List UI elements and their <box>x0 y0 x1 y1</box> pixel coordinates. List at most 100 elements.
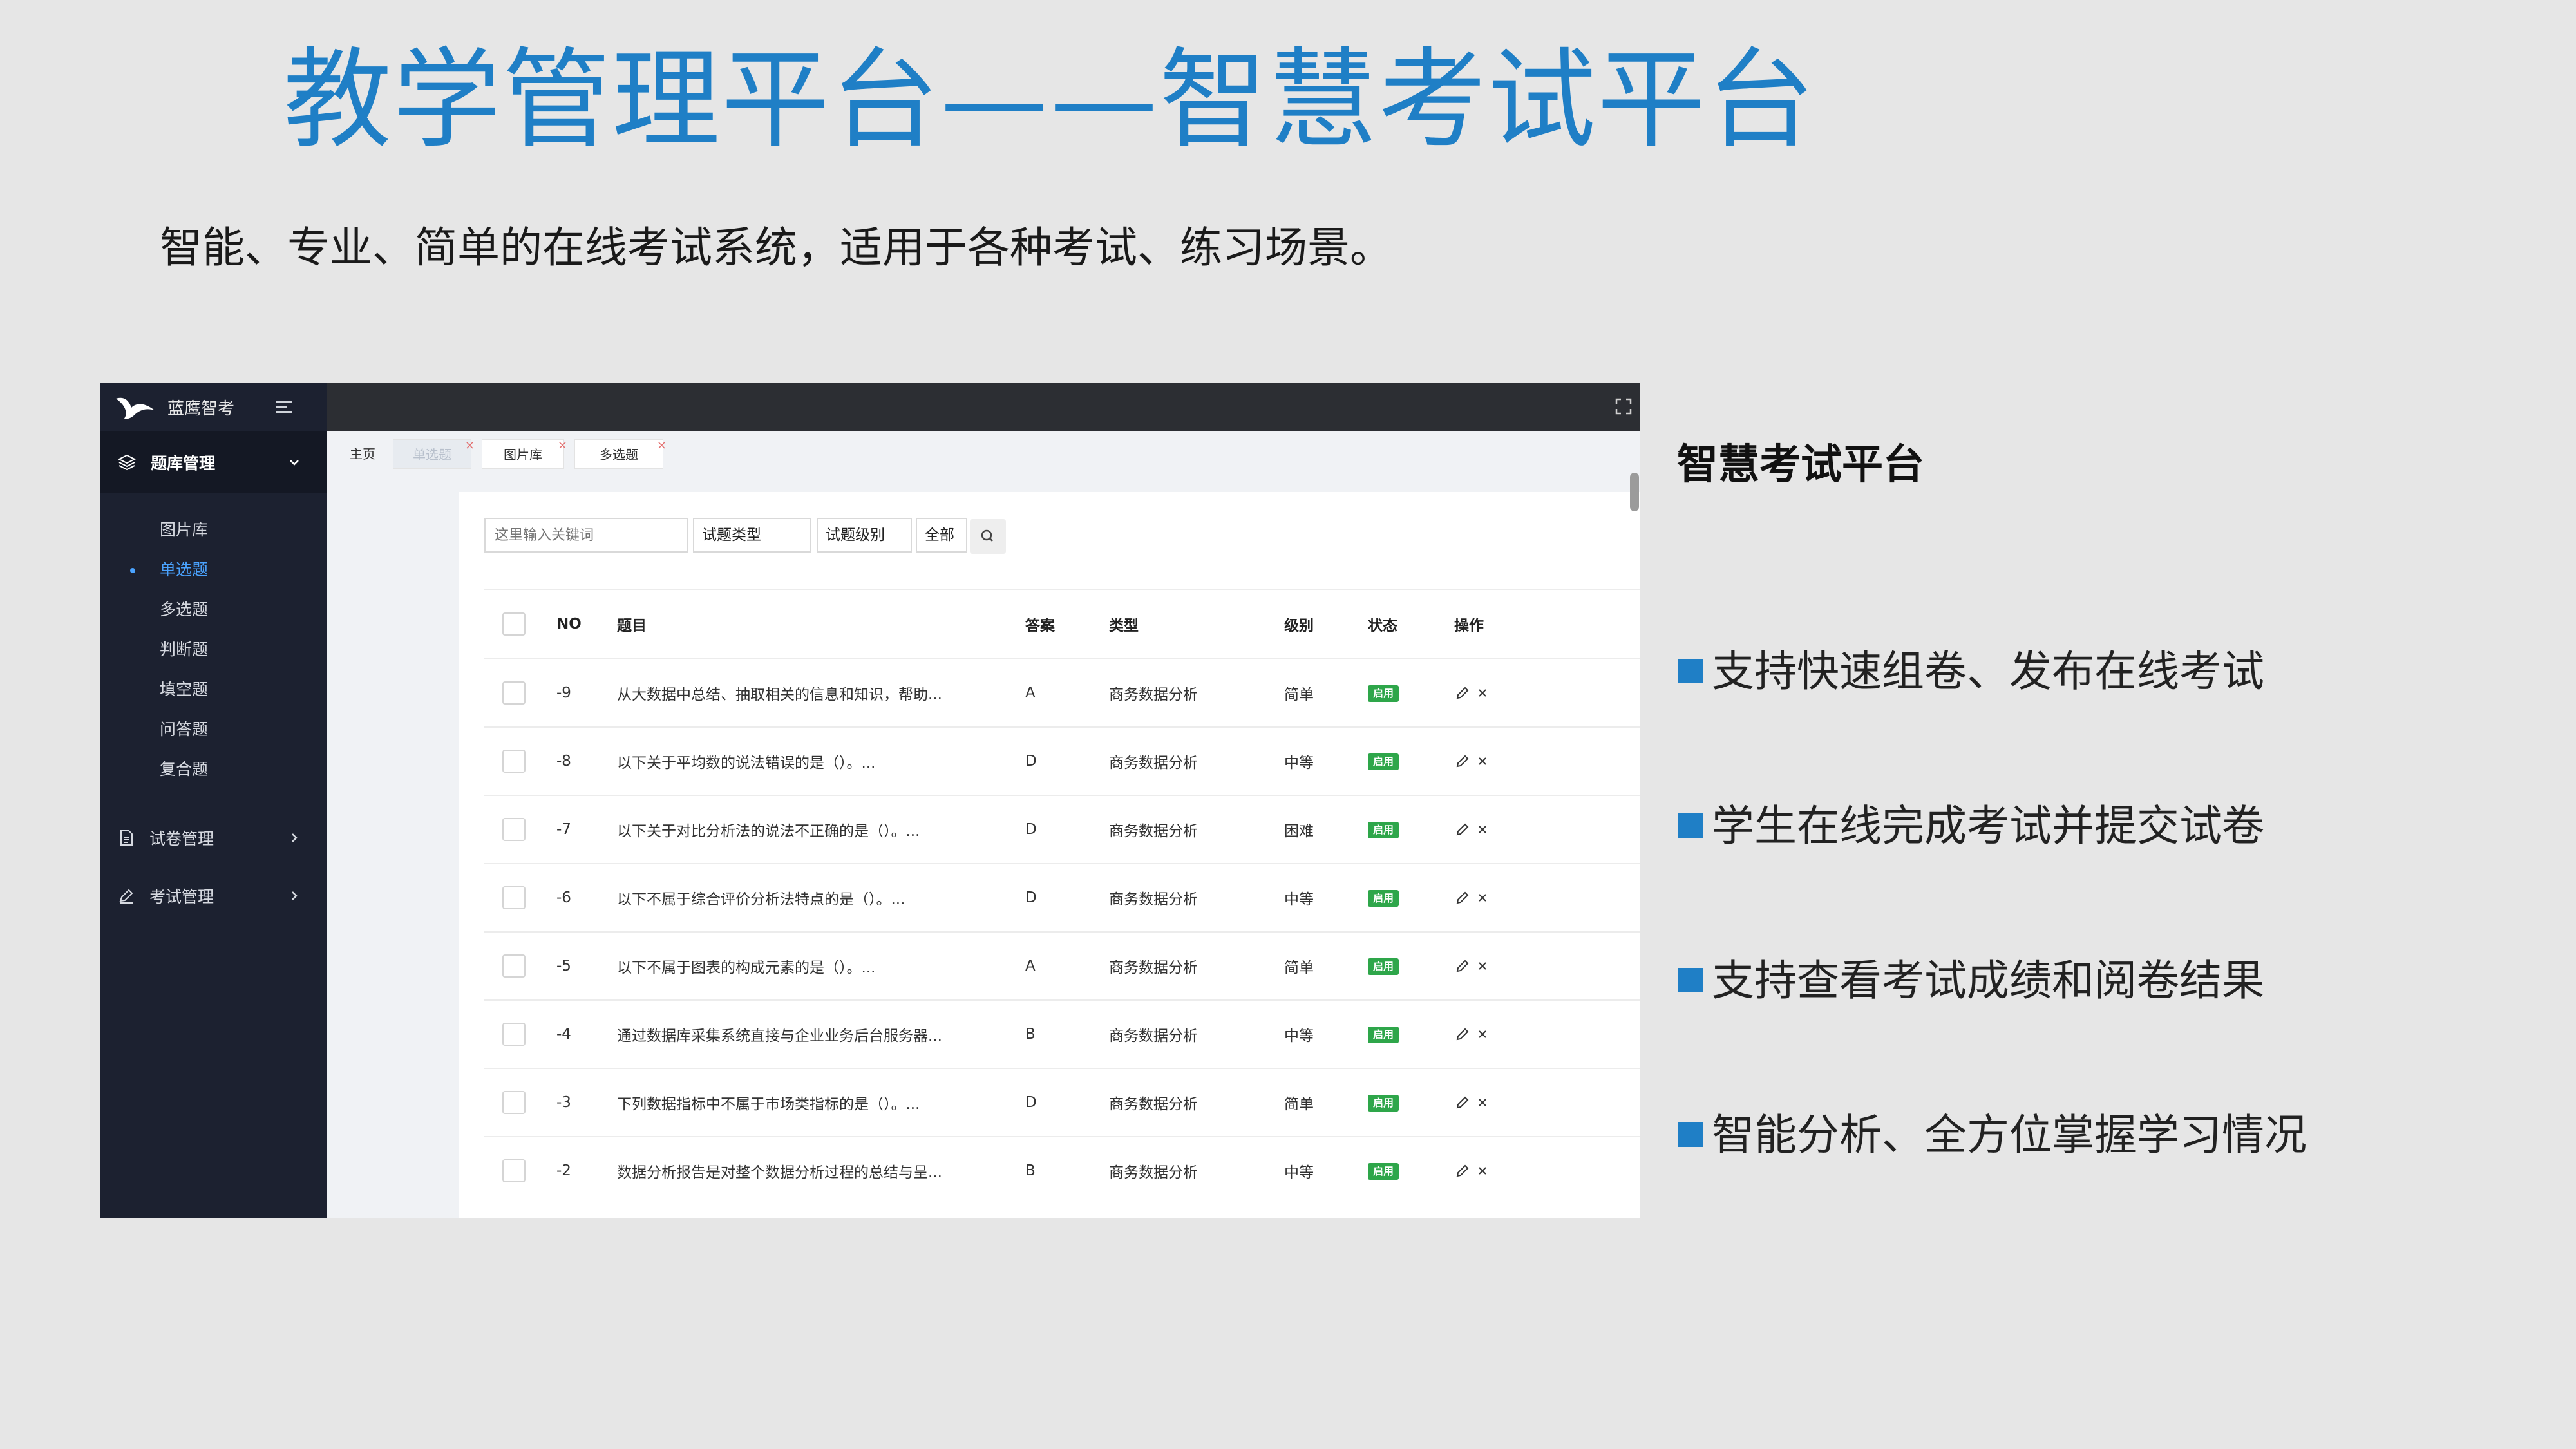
edit-pencil-icon[interactable] <box>1454 889 1471 906</box>
eagle-logo-icon <box>116 397 155 419</box>
row-checkbox[interactable] <box>502 750 526 773</box>
table-row[interactable]: -7 以下关于对比分析法的说法不正确的是（）。... D 商务数据分析 困难 启用 <box>484 795 1640 864</box>
row-checkbox[interactable] <box>502 1023 526 1046</box>
row-checkbox[interactable] <box>502 818 526 841</box>
edit-pencil-icon[interactable] <box>1454 1026 1471 1043</box>
top-bar <box>327 383 1640 431</box>
delete-x-icon[interactable] <box>1475 1164 1490 1178</box>
app-screenshot: 蓝鹰智考 题库管理 图片库 单选题 多选题 判断题 填空题 问答题 复合题 试卷… <box>100 383 1640 1218</box>
table-row[interactable]: -4 通过数据库采集系统直接与企业业务后台服务器... B 商务数据分析 中等 启用 <box>484 999 1640 1068</box>
sidebar-item-true-false[interactable]: 判断题 <box>100 630 327 670</box>
delete-x-icon[interactable] <box>1475 822 1490 837</box>
slide-subtitle: 智能、专业、简单的在线考试系统，适用于各种考试、练习场景。 <box>160 223 1392 272</box>
cell-title: 数据分析报告是对整个数据分析过程的总结与呈... <box>617 1136 1025 1204</box>
tab-image-library[interactable]: 图片库 × <box>482 439 567 469</box>
sidebar-item-label: 单选题 <box>160 560 209 579</box>
row-select-cell <box>484 1136 556 1204</box>
select-all-checkbox[interactable] <box>502 612 526 636</box>
cell-level: 简单 <box>1284 658 1368 727</box>
status-badge: 启用 <box>1368 890 1399 907</box>
row-checkbox[interactable] <box>502 1091 526 1114</box>
sidebar-item-fill-blank[interactable]: 填空题 <box>100 670 327 710</box>
chevron-right-icon <box>292 833 298 842</box>
bullet-item: 智能分析、全方位掌握学习情况 <box>1678 1106 2307 1164</box>
row-select-cell <box>484 795 556 864</box>
table-row[interactable]: -5 以下不属于图表的构成元素的是（）。... A 商务数据分析 简单 启用 <box>484 931 1640 1000</box>
tab-single-choice[interactable]: 单选题 × <box>393 439 475 469</box>
close-icon[interactable]: × <box>657 431 667 460</box>
bullet-text: 智能分析、全方位掌握学习情况 <box>1712 1110 2307 1160</box>
cell-level: 中等 <box>1284 1136 1368 1204</box>
edit-pencil-icon[interactable] <box>1454 821 1471 838</box>
search-button[interactable] <box>970 519 1006 554</box>
cell-status: 启用 <box>1368 726 1454 795</box>
edit-pencil-icon[interactable] <box>1454 958 1471 974</box>
status-badge: 启用 <box>1368 1095 1399 1112</box>
cell-status: 启用 <box>1368 795 1454 864</box>
tab-bar: 主页 单选题 × 图片库 × 多选题 × <box>327 431 1640 480</box>
status-badge: 启用 <box>1368 1163 1399 1180</box>
cell-type: 商务数据分析 <box>1109 795 1284 864</box>
bullet-item: 学生在线完成考试并提交试卷 <box>1678 797 2264 855</box>
cell-status: 启用 <box>1368 1136 1454 1204</box>
tab-home[interactable]: 主页 <box>340 439 385 469</box>
edit-pencil-icon[interactable] <box>1454 1162 1471 1179</box>
sidebar-item-qa[interactable]: 问答题 <box>100 710 327 750</box>
col-type: 类型 <box>1109 589 1284 659</box>
row-checkbox[interactable] <box>502 954 526 978</box>
row-checkbox[interactable] <box>502 681 526 705</box>
cell-type: 商务数据分析 <box>1109 1136 1284 1204</box>
col-status: 状态 <box>1368 589 1454 659</box>
cell-actions <box>1454 658 1640 727</box>
delete-x-icon[interactable] <box>1475 1095 1490 1110</box>
delete-x-icon[interactable] <box>1475 686 1490 700</box>
edit-pencil-icon[interactable] <box>1454 685 1471 701</box>
edit-pencil-icon[interactable] <box>1454 1094 1471 1111</box>
cell-type: 商务数据分析 <box>1109 999 1284 1068</box>
all-select[interactable]: 全部 <box>916 518 967 553</box>
delete-x-icon[interactable] <box>1475 891 1490 905</box>
cell-actions <box>1454 999 1640 1068</box>
cell-level: 简单 <box>1284 931 1368 1000</box>
edit-pencil-icon[interactable] <box>1454 753 1471 770</box>
bullet-square-icon <box>1678 813 1703 838</box>
bullet-item: 支持快速组卷、发布在线考试 <box>1678 643 2264 701</box>
close-icon[interactable]: × <box>558 431 567 460</box>
status-badge: 启用 <box>1368 685 1399 702</box>
cell-actions <box>1454 931 1640 1000</box>
sidebar-item-compound[interactable]: 复合题 <box>100 750 327 790</box>
type-select[interactable]: 试题类型 <box>693 518 811 553</box>
cell-title: 以下不属于图表的构成元素的是（）。... <box>617 931 1025 1000</box>
table-row[interactable]: -3 下列数据指标中不属于市场类指标的是（）。... D 商务数据分析 简单 启用 <box>484 1068 1640 1137</box>
tab-multiple-choice[interactable]: 多选题 × <box>574 439 667 469</box>
row-checkbox[interactable] <box>502 1159 526 1182</box>
delete-x-icon[interactable] <box>1475 959 1490 973</box>
menu-collapse-icon[interactable] <box>274 399 295 415</box>
cell-type: 商务数据分析 <box>1109 726 1284 795</box>
fullscreen-icon[interactable] <box>1614 397 1633 416</box>
cell-type: 商务数据分析 <box>1109 1068 1284 1137</box>
sidebar-item-multiple-choice[interactable]: 多选题 <box>100 590 327 630</box>
scrollbar[interactable] <box>1630 473 1639 511</box>
table-row[interactable]: -2 数据分析报告是对整个数据分析过程的总结与呈... B 商务数据分析 中等 启用 <box>484 1136 1640 1204</box>
table-row[interactable]: -9 从大数据中总结、抽取相关的信息和知识，帮助... A 商务数据分析 简单 启用 <box>484 658 1640 727</box>
table-row[interactable]: -8 以下关于平均数的说法错误的是（）。... D 商务数据分析 中等 启用 <box>484 726 1640 795</box>
close-icon[interactable]: × <box>465 431 475 460</box>
menu-group-question-bank[interactable]: 题库管理 <box>100 431 327 493</box>
search-input[interactable] <box>484 518 688 553</box>
cell-title: 从大数据中总结、抽取相关的信息和知识，帮助... <box>617 658 1025 727</box>
menu-item-label: 试卷管理 <box>149 829 214 848</box>
select-all-cell <box>484 589 556 659</box>
submenu: 图片库 单选题 多选题 判断题 填空题 问答题 复合题 <box>100 493 327 790</box>
cell-level: 简单 <box>1284 1068 1368 1137</box>
sidebar-item-image-library[interactable]: 图片库 <box>100 510 327 550</box>
level-select[interactable]: 试题级别 <box>817 518 912 553</box>
delete-x-icon[interactable] <box>1475 1027 1490 1041</box>
cell-answer: B <box>1025 999 1109 1068</box>
delete-x-icon[interactable] <box>1475 754 1490 768</box>
table-row[interactable]: -6 以下不属于综合评价分析法特点的是（）。... D 商务数据分析 中等 启用 <box>484 863 1640 932</box>
row-checkbox[interactable] <box>502 886 526 909</box>
sidebar-item-paper-management[interactable]: 试卷管理 <box>100 809 327 867</box>
sidebar-item-exam-management[interactable]: 考试管理 <box>100 867 327 925</box>
sidebar-item-single-choice[interactable]: 单选题 <box>100 550 327 590</box>
